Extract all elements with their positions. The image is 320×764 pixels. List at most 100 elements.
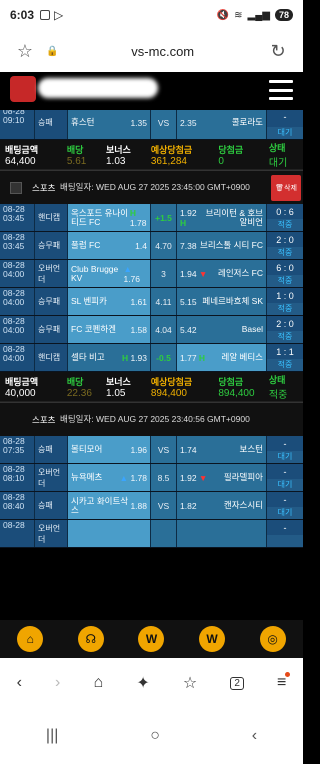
bet-type: 승무패 (34, 316, 67, 343)
signal-icon: ▂▄▆ (247, 9, 270, 21)
match-date: 08-28 08:40 (0, 492, 34, 519)
forward-icon[interactable]: › (55, 674, 60, 692)
home-odds: 1.96 (130, 444, 147, 455)
away-odds: 1.94 (180, 268, 197, 279)
menu-icon[interactable]: ≡ (277, 672, 291, 692)
result-cell: - 대기 (266, 464, 303, 491)
result-cell: 2 : 0 적중 (266, 232, 303, 259)
mid-cell[interactable]: 4.04 (150, 316, 176, 343)
mid-cell[interactable]: -0.5 (150, 344, 176, 371)
away-odds-wrap: 7.38 (180, 241, 197, 251)
home-cell[interactable]: 볼티모어 1.96 (67, 436, 150, 463)
recent-apps-icon[interactable]: ||| (46, 727, 58, 745)
away-cell[interactable] (176, 520, 266, 547)
result-cell: - 대기 (266, 492, 303, 519)
away-odds: 1.82 (180, 500, 197, 511)
mid-cell[interactable]: VS (150, 436, 176, 463)
mid-cell[interactable]: +1.5 (150, 204, 176, 231)
star-icon[interactable]: ☆ (14, 41, 36, 62)
headset-icon[interactable]: ☊ (77, 626, 104, 652)
home-cell[interactable]: 뉴욕메츠 ▲ 1.78 (67, 464, 150, 491)
score: 2 : 0 (276, 234, 294, 245)
away-cell[interactable]: 1.82 캔자스시티 (176, 492, 266, 519)
home-cell[interactable]: 셀타 비고 H 1.93 (67, 344, 150, 371)
bet-rows: 08-28 03:45 핸디캡 옥스포드 유나이티드 FC H 1.78 +1.5 1.9… (0, 204, 303, 372)
away-cell[interactable]: 1.74 보스턴 (176, 436, 266, 463)
lock-icon[interactable]: 🔒 (46, 46, 58, 57)
tabs-icon[interactable]: 2 (230, 676, 244, 690)
home-icon[interactable]: ⌂ (17, 626, 44, 652)
match-date: 08-28 03:45 (0, 204, 34, 231)
home-mark: H (121, 352, 129, 363)
home-cell[interactable]: FC 코펜하겐 1.58 (67, 316, 150, 343)
home-odds-wrap: 1.4 (135, 241, 147, 251)
back-nav-icon[interactable]: ‹ (252, 727, 257, 745)
away-cell[interactable]: 5.15 페네르바흐체 SK (176, 288, 266, 315)
select-checkbox[interactable] (10, 181, 22, 194)
table-row: 08-28 03:45 승무패 풀럼 FC 1.4 4.70 7.38 브리스톨 시티 … (0, 232, 303, 260)
hamburger-menu-icon[interactable] (269, 80, 293, 100)
home-cell: 휴스턴 1.35 (67, 110, 150, 139)
away-cell[interactable]: 1.92 H 브리이턴 & 호브 알비언 (176, 204, 266, 231)
system-nav-bar: ||| ○ ‹ (0, 708, 303, 764)
table-row: 08-28 04:00 승무패 SL 벤피카 1.61 4.11 5.15 페네르바흐체… (0, 288, 303, 316)
mid-cell[interactable]: 4.70 (150, 232, 176, 259)
bet-type: 오버언더 (34, 520, 67, 547)
bet-type: 승무패 (34, 232, 67, 259)
row-status: 대기 (267, 507, 303, 519)
reload-icon[interactable]: ↻ (267, 41, 289, 62)
globe-ball-icon[interactable]: ◎ (259, 626, 286, 652)
bookmark-icon[interactable]: ☆ (183, 673, 197, 693)
home-cell[interactable]: SL 벤피카 1.61 (67, 288, 150, 315)
home-cell[interactable]: 시카고 화이트삭스 1.88 (67, 492, 150, 519)
bet-type: 핸디캡 (34, 204, 67, 231)
away-odds: 1.92 (180, 207, 197, 218)
away-cell[interactable]: 1.94 ▼ 레인저스 FC (176, 260, 266, 287)
mid-cell[interactable]: VS (150, 492, 176, 519)
away-mark: H (198, 352, 206, 363)
site-logo[interactable] (10, 76, 36, 102)
w-coin-icon[interactable]: W (199, 626, 226, 652)
mid-cell[interactable]: 8.5 (150, 464, 176, 491)
home-cell[interactable] (67, 520, 150, 547)
home-odds-wrap: 1.61 (130, 297, 147, 307)
w-coin-icon[interactable]: W (138, 626, 165, 652)
away-cell[interactable]: 1.92 ▼ 필라델피아 (176, 464, 266, 491)
away-cell[interactable]: 1.77 H 레알 베티스 (176, 344, 266, 371)
home-icon[interactable]: ⌂ (94, 674, 104, 692)
home-odds-wrap: H 1.93 (122, 353, 147, 363)
away-cell: 2.35 콜로라도 (176, 110, 266, 139)
home-odds-wrap: 1.58 (130, 325, 147, 335)
home-cell[interactable]: Club Brugge KV ▲ 1.76 (67, 260, 150, 287)
match-date: 08-28 04:00 (0, 260, 34, 287)
back-icon[interactable]: ‹ (17, 674, 22, 692)
sparkle-icon[interactable]: ✦ (136, 673, 149, 693)
home-button-icon[interactable]: ○ (150, 727, 160, 745)
url-text[interactable]: vs-mc.com (58, 44, 267, 59)
bet-header: 스포츠 배팅일자: WED AUG 27 2025 23:40:56 GMT+0… (0, 402, 303, 436)
mid-cell[interactable]: 4.11 (150, 288, 176, 315)
logo-redacted (38, 78, 158, 98)
home-cell[interactable]: 옥스포드 유나이티드 FC H 1.78 (67, 204, 150, 231)
status-time: 6:03 (10, 8, 35, 22)
delete-button[interactable]: 🗑 삭제 (271, 174, 301, 201)
home-odds-wrap: ▲ 1.78 (120, 473, 147, 483)
play-icon: ▷ (54, 8, 64, 22)
result-cell: - (266, 520, 303, 547)
site-bottom-bar: ⌂ ☊ W W ◎ (0, 620, 303, 658)
row-status: 적중 (267, 303, 303, 315)
home-cell[interactable]: 풀럼 FC 1.4 (67, 232, 150, 259)
state-value: 대기 (268, 157, 288, 169)
away-cell[interactable]: 5.42 Basel (176, 316, 266, 343)
home-odds: 1.76 (123, 273, 141, 284)
bet-type: 오버언더 (34, 464, 67, 491)
mid-cell[interactable]: 3 (150, 260, 176, 287)
expected-value: 894,400 (150, 387, 187, 399)
away-cell[interactable]: 7.38 브리스톨 시티 FC (176, 232, 266, 259)
gallery-icon (40, 10, 51, 20)
mid-cell[interactable] (150, 520, 176, 547)
bet-history-list[interactable]: 08-28 09:10 승패 휴스턴 1.35 VS 2.35 콜로라도 - 대… (0, 110, 303, 620)
home-odds: 1.78 (130, 472, 147, 483)
result-cell: - 대기 (266, 436, 303, 463)
away-team: 브리스톨 시티 FC (200, 240, 263, 250)
